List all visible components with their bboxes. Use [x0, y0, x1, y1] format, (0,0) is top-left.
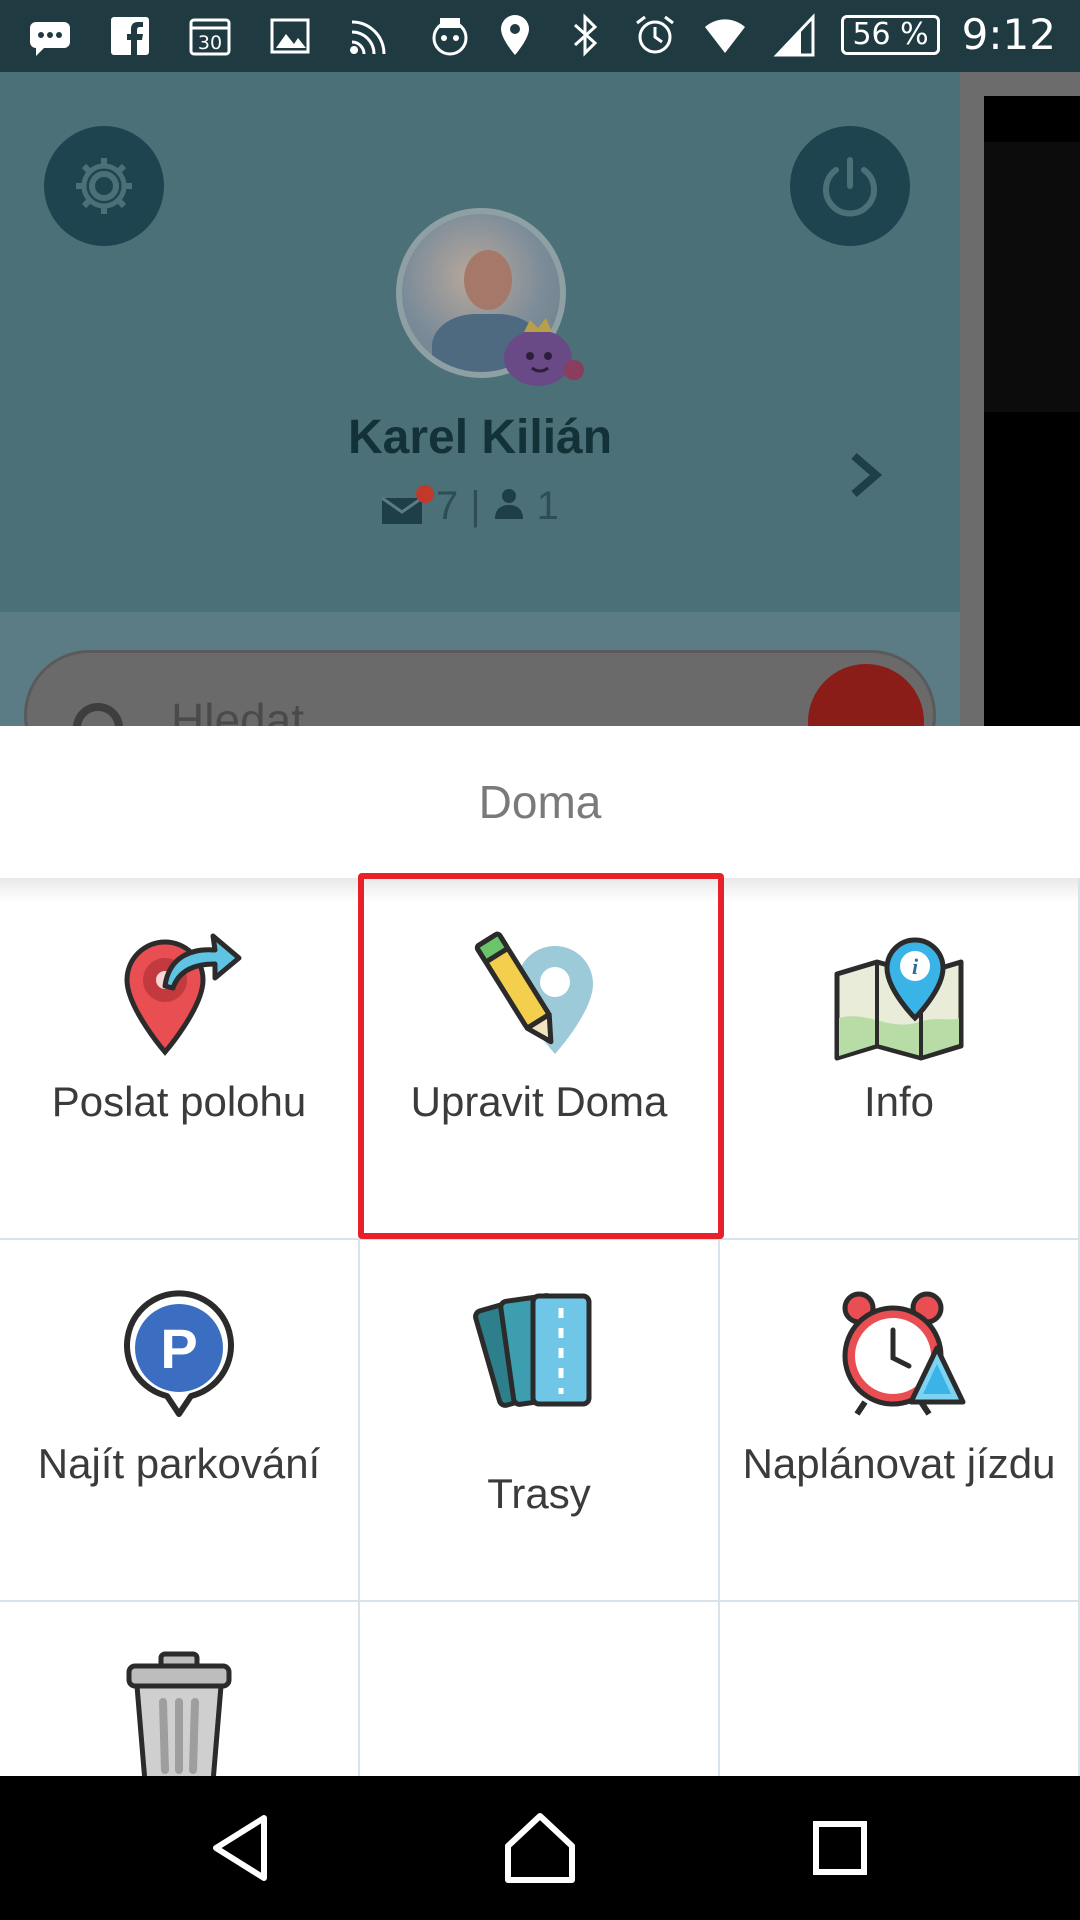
action-info[interactable]: i Info: [720, 878, 1080, 1240]
action-label: Poslat polohu: [51, 1078, 307, 1125]
gallery-icon: [266, 12, 314, 60]
person-icon: [493, 484, 525, 529]
inbox-icon: [380, 484, 434, 524]
action-label: Info: [863, 1078, 935, 1125]
action-label: Najít parkování: [37, 1440, 321, 1487]
svg-text:30: 30: [198, 32, 222, 54]
calendar-icon: 30: [186, 12, 234, 60]
action-find-parking[interactable]: P Najít parkování: [0, 1240, 360, 1602]
profile-name[interactable]: Karel Kilián: [0, 410, 960, 465]
routes-icon: [469, 1284, 609, 1424]
alarm-plan-icon: [829, 1284, 969, 1424]
action-delete[interactable]: [0, 1602, 360, 1776]
action-label: Naplánovat jízdu: [742, 1440, 1056, 1487]
location-icon: [491, 11, 539, 59]
empty-cell: [720, 1602, 1080, 1776]
action-edit-home[interactable]: Upravit Doma: [360, 878, 720, 1240]
settings-button[interactable]: [44, 126, 164, 246]
parking-icon: P: [109, 1284, 249, 1424]
map-info-icon: i: [829, 922, 969, 1062]
send-location-icon: [109, 922, 249, 1062]
action-label: Upravit Doma: [410, 1078, 668, 1125]
trash-icon: [109, 1646, 249, 1776]
wifi-icon: [701, 11, 749, 59]
status-bar: 30 56 % 9:12: [0, 0, 1080, 72]
empty-cell: [360, 1602, 720, 1776]
facebook-icon: [106, 12, 154, 60]
back-button[interactable]: [202, 1808, 282, 1888]
cast-icon: [346, 12, 394, 60]
chevron-right-icon[interactable]: [846, 450, 886, 500]
navigation-bar: [0, 1776, 1080, 1920]
map-preview: [960, 72, 1080, 726]
bluetooth-icon: [561, 11, 609, 59]
power-icon: [823, 157, 877, 217]
signal-icon: [771, 11, 819, 59]
edit-pin-icon: [469, 922, 609, 1062]
messages-count: 7: [436, 484, 459, 528]
clock: 9:12: [961, 10, 1056, 59]
messages-icon: [26, 12, 74, 60]
unread-badge: [416, 484, 434, 503]
svg-text:P: P: [160, 1317, 197, 1380]
home-button[interactable]: [500, 1808, 580, 1888]
recents-button[interactable]: [800, 1808, 880, 1888]
profile-stats: 7 | 1: [380, 484, 559, 529]
action-routes[interactable]: Trasy: [360, 1240, 720, 1602]
action-plan-drive[interactable]: Naplánovat jízdu: [720, 1240, 1080, 1602]
home-icon: [505, 1813, 575, 1883]
power-button[interactable]: [790, 126, 910, 246]
back-icon: [213, 1815, 267, 1881]
action-label: Trasy: [487, 1470, 591, 1517]
gear-icon: [76, 158, 132, 214]
action-send-location[interactable]: Poslat polohu: [0, 878, 360, 1240]
stats-separator: |: [470, 484, 481, 528]
alarm-icon: [631, 11, 679, 59]
mascot-icon: [504, 318, 584, 386]
friends-count: 1: [536, 484, 559, 528]
recents-icon: [813, 1821, 867, 1875]
battery-indicator: 56 %: [841, 14, 940, 55]
svg-text:i: i: [912, 954, 919, 979]
app-icon: [426, 12, 474, 60]
bottom-sheet: Doma Poslat polohu Upravit Doma i Info P…: [0, 726, 1080, 1776]
sheet-title: Doma: [478, 776, 602, 828]
